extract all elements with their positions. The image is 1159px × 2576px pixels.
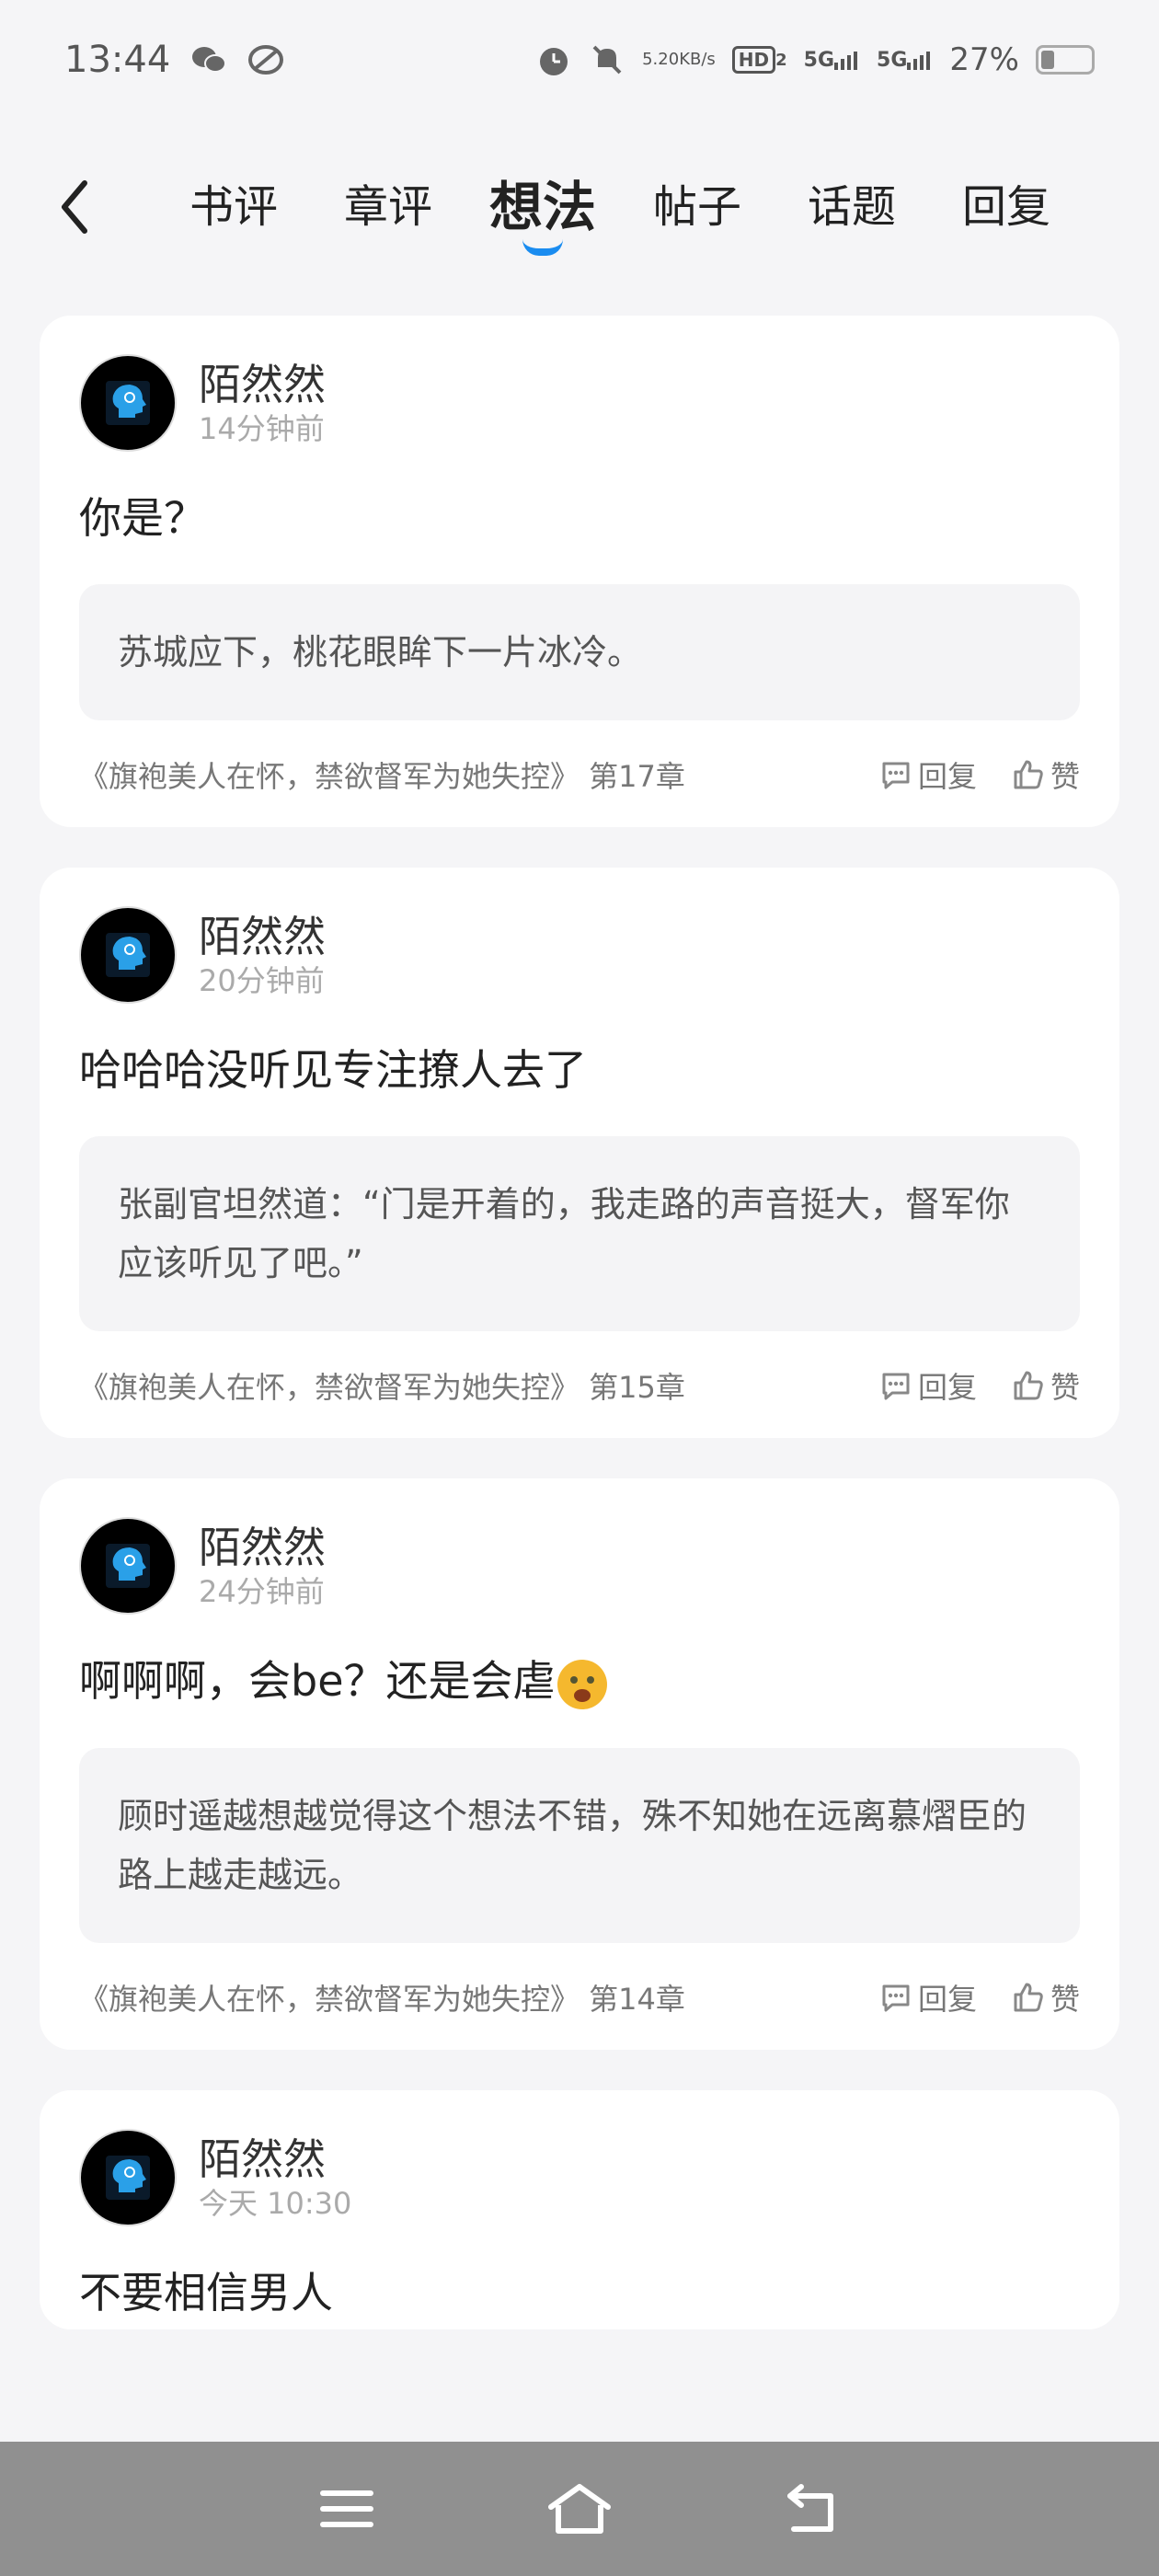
head-icon xyxy=(106,381,150,425)
header: 书评 章评 想法 帖子 话题 回复 xyxy=(0,120,1159,304)
user-name[interactable]: 陌然然 xyxy=(199,2133,351,2185)
app-notification-icon xyxy=(247,43,284,76)
back-nav-button[interactable] xyxy=(771,2467,854,2550)
tab-bar: 书评 章评 想法 帖子 话题 回复 xyxy=(156,166,1084,248)
post-card[interactable]: 陌然然 今天 10:30 不要相信男人 xyxy=(40,2089,1119,2329)
avatar[interactable] xyxy=(79,2128,177,2226)
post-card[interactable]: 陌然然 14分钟前 你是？ 苏城应下，桃花眼眸下一片冰冷。 《旗袍美人在怀，禁欲… xyxy=(40,316,1119,827)
clock: 13:44 xyxy=(64,39,171,81)
return-icon xyxy=(787,2484,834,2532)
like-button[interactable]: 赞 xyxy=(1012,1364,1080,1407)
back-button[interactable] xyxy=(46,170,101,244)
post-content: 哈哈哈没听见专注撩人去了 xyxy=(79,1045,587,1095)
post-time: 14分钟前 xyxy=(199,411,325,446)
quoted-text[interactable]: 顾时遥越想越觉得这个想法不错，殊不知她在远离慕熠臣的路上越走越远。 xyxy=(79,1747,1080,1943)
post-content: 不要相信男人 xyxy=(79,2267,333,2317)
tab-replies[interactable]: 回复 xyxy=(929,166,1084,248)
post-user: 陌然然 20分钟前 xyxy=(79,906,1080,1004)
head-icon xyxy=(106,2155,150,2200)
post-user: 陌然然 今天 10:30 xyxy=(79,2128,1080,2226)
post-time: 今天 10:30 xyxy=(199,2185,352,2221)
comment-icon xyxy=(882,1373,910,1400)
avatar[interactable] xyxy=(79,906,177,1004)
post-user: 陌然然 24分钟前 xyxy=(79,1517,1080,1615)
post-footer: 《旗袍美人在怀，禁欲督军为她失控》 第14章 回复 赞 xyxy=(79,1976,1080,2018)
source-book[interactable]: 《旗袍美人在怀，禁欲督军为她失控》 第17章 xyxy=(79,753,685,796)
tab-chapter-review[interactable]: 章评 xyxy=(311,166,465,248)
reply-button[interactable]: 回复 xyxy=(879,753,977,796)
head-icon xyxy=(106,933,150,977)
home-icon xyxy=(547,2484,611,2534)
menu-icon xyxy=(319,2490,373,2527)
head-icon xyxy=(106,1544,150,1588)
comment-icon xyxy=(882,1984,910,2011)
post-footer: 《旗袍美人在怀，禁欲督军为她失控》 第17章 回复 赞 xyxy=(79,753,1080,796)
tab-thoughts[interactable]: 想法 xyxy=(465,166,620,248)
menu-button[interactable] xyxy=(305,2467,388,2550)
reply-button[interactable]: 回复 xyxy=(879,1364,977,1407)
post-time: 20分钟前 xyxy=(199,963,325,998)
user-name[interactable]: 陌然然 xyxy=(199,1522,326,1573)
post-card[interactable]: 陌然然 20分钟前 哈哈哈没听见专注撩人去了 张副官坦然道：“门是开着的，我走路… xyxy=(40,868,1119,1438)
post-content: 你是？ xyxy=(79,493,206,543)
user-name[interactable]: 陌然然 xyxy=(199,911,326,962)
hd-icon: HD 2 xyxy=(731,46,787,74)
user-name[interactable]: 陌然然 xyxy=(199,359,326,410)
thumbs-up-icon xyxy=(1014,760,1043,789)
source-book[interactable]: 《旗袍美人在怀，禁欲督军为她失控》 第14章 xyxy=(79,1976,685,2018)
like-button[interactable]: 赞 xyxy=(1012,1976,1080,2018)
battery-percent: 27% xyxy=(949,41,1019,78)
post-time: 24分钟前 xyxy=(199,1574,325,1609)
thumbs-up-icon xyxy=(1014,1371,1043,1400)
tab-posts[interactable]: 帖子 xyxy=(620,166,775,248)
post-card[interactable]: 陌然然 24分钟前 啊啊啊，会be？还是会虐 顾时遥越想越觉得这个想法不错，殊不… xyxy=(40,1478,1119,2050)
chevron-left-icon xyxy=(62,180,87,234)
source-book[interactable]: 《旗袍美人在怀，禁欲督军为她失控》 第15章 xyxy=(79,1364,685,1407)
quoted-text[interactable]: 张副官坦然道：“门是开着的，我走路的声音挺大，督军你应该听见了吧。” xyxy=(79,1136,1080,1331)
tab-book-review[interactable]: 书评 xyxy=(156,166,311,248)
net-speed: 5.20 KB/s xyxy=(642,50,716,69)
status-bar: 13:44 5.20 KB/s HD 2 5G 5G 27% xyxy=(0,0,1159,120)
mute-icon xyxy=(589,41,625,78)
home-button[interactable] xyxy=(538,2467,621,2550)
like-button[interactable]: 赞 xyxy=(1012,753,1080,796)
wechat-icon xyxy=(190,44,227,75)
alarm-icon xyxy=(535,41,572,78)
quoted-text[interactable]: 苏城应下，桃花眼眸下一片冰冷。 xyxy=(79,584,1080,720)
post-user: 陌然然 14分钟前 xyxy=(79,354,1080,452)
crying-emoji-icon xyxy=(557,1659,607,1709)
comment-icon xyxy=(882,762,910,789)
reply-button[interactable]: 回复 xyxy=(879,1976,977,2018)
system-nav-bar xyxy=(0,2442,1159,2576)
avatar[interactable] xyxy=(79,354,177,452)
signal-icon: 5G xyxy=(804,49,860,72)
signal-icon-2: 5G xyxy=(877,49,933,72)
battery-icon xyxy=(1036,45,1095,75)
avatar[interactable] xyxy=(79,1517,177,1615)
post-content: 啊啊啊，会be？还是会虐 xyxy=(79,1653,1080,1709)
post-list: 陌然然 14分钟前 你是？ 苏城应下，桃花眼眸下一片冰冷。 《旗袍美人在怀，禁欲… xyxy=(40,316,1119,2370)
post-footer: 《旗袍美人在怀，禁欲督军为她失控》 第15章 回复 赞 xyxy=(79,1364,1080,1407)
thumbs-up-icon xyxy=(1014,1983,1043,2011)
tab-topics[interactable]: 话题 xyxy=(775,166,929,248)
